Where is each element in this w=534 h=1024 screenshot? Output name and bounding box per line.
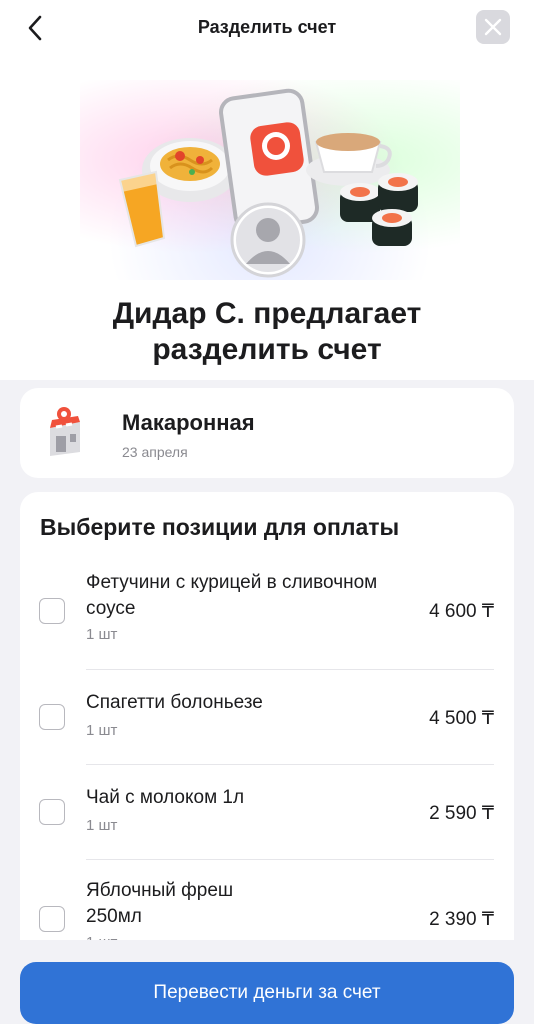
item-checkbox[interactable] bbox=[39, 598, 65, 624]
item-qty: 1 шт bbox=[86, 626, 118, 643]
restaurant-date: 23 апреля bbox=[122, 444, 188, 460]
item-price: 4 600 ₸ bbox=[429, 601, 494, 622]
item-name: Яблочный фреш 250мл bbox=[86, 880, 234, 927]
item-price: 2 590 ₸ bbox=[429, 803, 494, 824]
item-qty: 1 шт bbox=[86, 817, 118, 834]
items-card: Выберите позиции для оплаты Фетучини с к… bbox=[20, 492, 514, 952]
sushi-icon bbox=[340, 173, 418, 246]
items-heading: Выберите позиции для оплаты bbox=[40, 514, 400, 540]
restaurant-card: Макаронная 23 апреля bbox=[20, 388, 514, 478]
store-icon bbox=[50, 407, 80, 456]
list-item[interactable]: Яблочный фреш 250мл 1 шт 2 390 ₸ bbox=[20, 860, 514, 952]
item-name: Фетучини с курицей в сливочном соусе bbox=[86, 572, 378, 619]
list-item[interactable]: Чай с молоком 1л 1 шт 2 590 ₸ bbox=[20, 765, 514, 860]
close-button[interactable] bbox=[476, 10, 510, 44]
main-title-line-2: разделить счет bbox=[152, 333, 382, 366]
item-checkbox[interactable] bbox=[39, 704, 65, 730]
item-price: 4 500 ₸ bbox=[429, 708, 494, 729]
item-qty: 1 шт bbox=[86, 722, 118, 739]
main-title: Дидар С. предлагает разделить счет bbox=[0, 296, 534, 368]
item-checkbox[interactable] bbox=[39, 799, 65, 825]
transfer-money-button[interactable]: Перевести деньги за счет bbox=[20, 962, 514, 1024]
restaurant-name: Макаронная bbox=[122, 410, 255, 435]
tea-cup-icon bbox=[306, 133, 392, 186]
item-price: 2 390 ₸ bbox=[429, 909, 494, 930]
list-item[interactable]: Фетучини с курицей в сливочном соусе 1 ш… bbox=[20, 560, 514, 670]
main-title-line-1: Дидар С. предлагает bbox=[112, 297, 422, 330]
page-title: Разделить счет bbox=[197, 17, 337, 37]
item-name: Спагетти болоньезе bbox=[86, 692, 263, 713]
header: Разделить счет bbox=[0, 0, 534, 56]
hero-illustration bbox=[80, 80, 460, 280]
juice-glass-icon bbox=[118, 170, 166, 248]
item-name: Чай с молоком 1л bbox=[86, 787, 245, 808]
list-item[interactable]: Спагетти болоньезе 1 шт 4 500 ₸ bbox=[20, 670, 514, 765]
close-icon bbox=[484, 18, 502, 36]
item-checkbox[interactable] bbox=[39, 906, 65, 932]
avatar bbox=[230, 202, 306, 278]
